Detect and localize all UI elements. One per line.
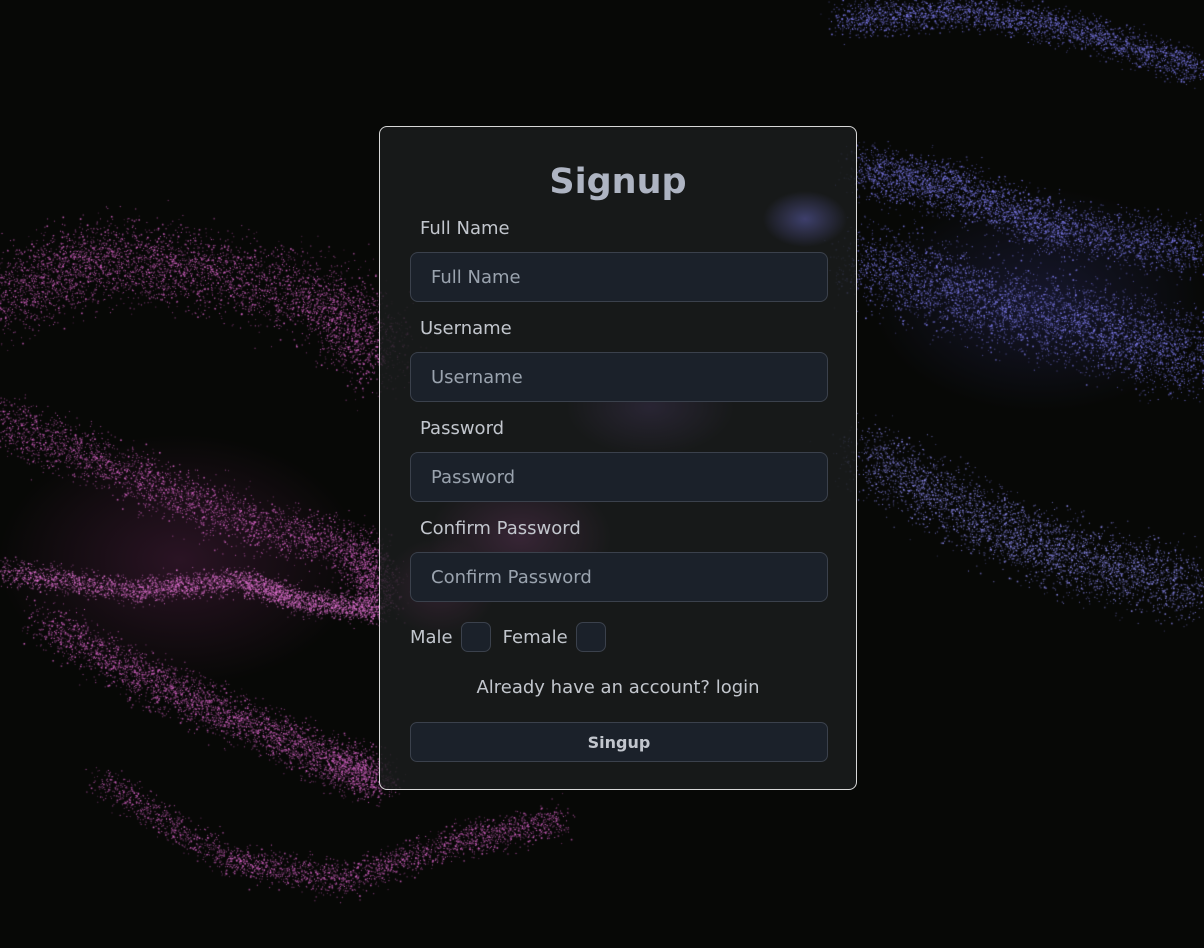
male-checkbox[interactable] (460, 622, 491, 652)
female-checkbox[interactable] (575, 622, 606, 652)
password-label: Password (420, 418, 505, 439)
username-input[interactable] (410, 352, 828, 402)
username-label: Username (420, 318, 512, 339)
login-link[interactable]: Already have an account? login (380, 675, 856, 701)
confirm-password-label: Confirm Password (420, 518, 581, 539)
confirm-password-input[interactable] (410, 552, 828, 602)
full-name-input[interactable] (410, 252, 828, 302)
gender-row: Male Female (410, 621, 618, 653)
page-title: Signup (549, 162, 687, 202)
female-label: Female (502, 626, 568, 648)
signup-card: Signup Full Name Username Password Confi… (379, 126, 857, 790)
male-label: Male (410, 626, 453, 648)
signup-button[interactable]: Singup (410, 722, 828, 762)
password-input[interactable] (410, 452, 828, 502)
full-name-label: Full Name (420, 218, 510, 239)
